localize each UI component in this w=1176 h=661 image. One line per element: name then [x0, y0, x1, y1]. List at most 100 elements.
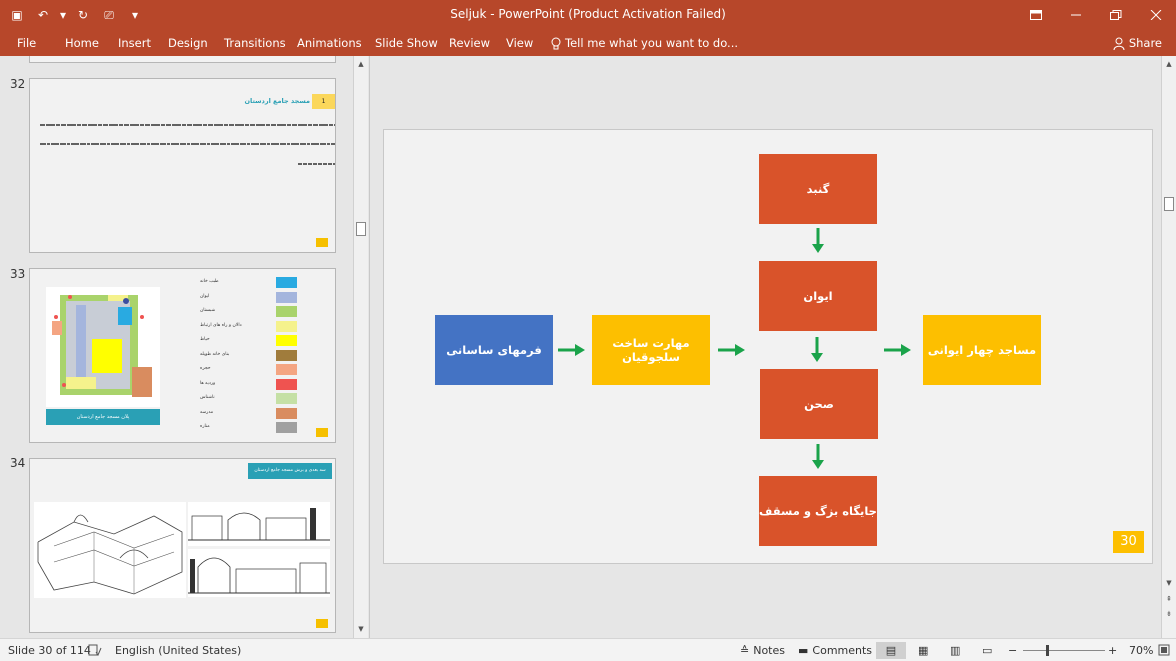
- current-slide[interactable]: گنبد ایوان صحن جایگاه بزگ و مسقف فرمهای …: [383, 129, 1153, 564]
- box-sasani[interactable]: فرمهای ساسانی: [435, 315, 553, 385]
- arrow-right: [884, 344, 911, 356]
- slide-thumbnail-31[interactable]: [29, 56, 336, 63]
- box-jaygah[interactable]: جایگاه بزگ و مسقف: [759, 476, 877, 546]
- next-slide-icon[interactable]: ⇟: [1164, 609, 1174, 619]
- tab-design[interactable]: Design: [168, 34, 208, 52]
- scroll-thumb[interactable]: [356, 222, 366, 236]
- arrow-right: [558, 344, 585, 356]
- tell-me-box[interactable]: Tell me what you want to do...: [551, 34, 738, 52]
- slide-sorter-icon[interactable]: ▦: [918, 644, 928, 657]
- scroll-down-icon[interactable]: ▼: [356, 624, 366, 634]
- legend-swatch: [276, 364, 297, 375]
- thumb-page-badge: [316, 428, 328, 437]
- zoom-out-icon[interactable]: −: [1008, 644, 1017, 657]
- arrow-down: [811, 337, 823, 362]
- box-sahn[interactable]: صحن: [760, 369, 878, 439]
- save-icon[interactable]: ▣: [6, 4, 28, 26]
- notes-icon: ≙: [740, 644, 750, 657]
- tab-transitions[interactable]: Transitions: [224, 34, 286, 52]
- tab-view[interactable]: View: [506, 34, 533, 52]
- tab-animations[interactable]: Animations: [297, 34, 362, 52]
- undo-icon[interactable]: ↶: [32, 4, 54, 26]
- legend-label: بنای خانه طویله: [200, 351, 230, 357]
- person-icon: [1113, 37, 1125, 50]
- comments-button[interactable]: ▬ Comments: [798, 644, 872, 657]
- close-icon[interactable]: [1136, 0, 1176, 30]
- legend-swatch: [276, 407, 297, 419]
- language-indicator[interactable]: English (United States): [115, 644, 241, 657]
- legend-label: ناشناس: [200, 395, 215, 400]
- box-masajed[interactable]: مساجد چهار ایوانی: [923, 315, 1041, 385]
- thumbnail-number: 33: [10, 267, 26, 281]
- slide-thumbnail-33[interactable]: پلان مسجد جامع اردستان طبب خانه ایوان شبست…: [29, 268, 336, 443]
- scroll-down-icon[interactable]: ▼: [1164, 578, 1174, 588]
- slide-thumbnail-34[interactable]: سه بعدی و برش مسجد جامع اردستان: [29, 458, 336, 633]
- tab-review[interactable]: Review: [449, 34, 490, 52]
- legend-label: دالان و راه های ارتباط: [200, 322, 242, 328]
- tab-slide-show[interactable]: Slide Show: [375, 34, 438, 52]
- thumbnail-number: 34: [10, 456, 26, 470]
- slide-counter: Slide 30 of 114: [8, 644, 91, 657]
- editor-scrollbar[interactable]: ▲ ▼ ⇞ ⇟: [1161, 56, 1176, 638]
- scroll-thumb[interactable]: [1164, 197, 1174, 211]
- share-label: Share: [1128, 36, 1162, 50]
- zoom-slider-knob[interactable]: [1046, 645, 1049, 656]
- legend-label: مدرسه: [200, 409, 214, 415]
- undo-dropdown-icon[interactable]: ▾: [58, 4, 68, 26]
- restore-icon[interactable]: [1096, 0, 1136, 30]
- legend-label: مناره: [200, 424, 210, 429]
- notes-label: Notes: [753, 644, 785, 657]
- status-bar: Slide 30 of 114 English (United States) …: [0, 638, 1176, 661]
- legend-label: حجره: [200, 366, 211, 371]
- lightbulb-icon: [551, 37, 561, 49]
- scroll-up-icon[interactable]: ▲: [356, 59, 366, 69]
- scroll-up-icon[interactable]: ▲: [1164, 59, 1174, 69]
- previous-slide-icon[interactable]: ⇞: [1164, 594, 1174, 604]
- thumb-section-drawing-top: [188, 502, 330, 546]
- legend-swatch: [276, 378, 297, 390]
- slide-editor: گنبد ایوان صحن جایگاه بزگ و مسقف فرمهای …: [369, 56, 1161, 638]
- zoom-level[interactable]: 70%: [1129, 644, 1153, 657]
- box-maharat[interactable]: مهارت ساخت سلجوقیان: [592, 315, 710, 385]
- tab-file[interactable]: File: [17, 34, 36, 52]
- quick-access-toolbar: ▣ ↶ ▾ ↻ ⎚ ▾: [6, 4, 146, 26]
- fit-slide-icon[interactable]: [1158, 644, 1170, 656]
- legend-label: شبستان: [200, 308, 216, 313]
- thumb-section-drawing-bottom: [188, 549, 330, 597]
- slide-show-icon[interactable]: ▭: [982, 644, 992, 657]
- tab-home[interactable]: Home: [65, 34, 99, 52]
- reading-view-icon[interactable]: ▥: [950, 644, 960, 657]
- legend-swatch: [276, 306, 297, 317]
- zoom-in-icon[interactable]: +: [1108, 644, 1117, 657]
- arrow-down: [812, 228, 824, 253]
- notes-button[interactable]: ≙ Notes: [740, 644, 785, 657]
- thumb-title: سه بعدی و برش مسجد جامع اردستان: [248, 463, 332, 479]
- spelling-icon[interactable]: [88, 644, 102, 656]
- legend-label: وردیه ها: [200, 380, 216, 386]
- legend-swatch: [276, 393, 297, 404]
- ribbon-display-options-icon[interactable]: [1016, 0, 1056, 30]
- legend-swatch: [276, 422, 297, 433]
- arrow-right: [718, 344, 745, 356]
- window-title: Seljuk - PowerPoint (Product Activation …: [450, 7, 726, 21]
- thumb-text-lines: [40, 124, 335, 165]
- title-bar: ▣ ↶ ▾ ↻ ⎚ ▾ Seljuk - PowerPoint (Product…: [0, 0, 1176, 30]
- slide-thumbnail-32[interactable]: 1 مسجد جامع اردستان: [29, 78, 336, 253]
- thumbnails-scrollbar[interactable]: ▲ ▼: [353, 56, 368, 638]
- box-gonbad[interactable]: گنبد: [759, 154, 877, 224]
- window-controls: [1016, 0, 1176, 30]
- legend-swatch: [276, 349, 297, 361]
- arrow-down: [812, 444, 824, 469]
- tab-insert[interactable]: Insert: [118, 34, 151, 52]
- thumb-isometric-drawing: [34, 502, 186, 598]
- customize-qat-icon[interactable]: ▾: [124, 4, 146, 26]
- box-ivan[interactable]: ایوان: [759, 261, 877, 331]
- redo-icon[interactable]: ↻: [72, 4, 94, 26]
- start-from-beginning-icon[interactable]: ⎚: [98, 4, 120, 26]
- legend-label: حیاط: [200, 337, 210, 342]
- minimize-icon[interactable]: [1056, 0, 1096, 30]
- share-button[interactable]: Share: [1113, 33, 1162, 53]
- legend-label: ایوان: [200, 293, 210, 299]
- zoom-slider[interactable]: [1023, 650, 1105, 651]
- normal-view-icon[interactable]: ▤: [876, 642, 906, 659]
